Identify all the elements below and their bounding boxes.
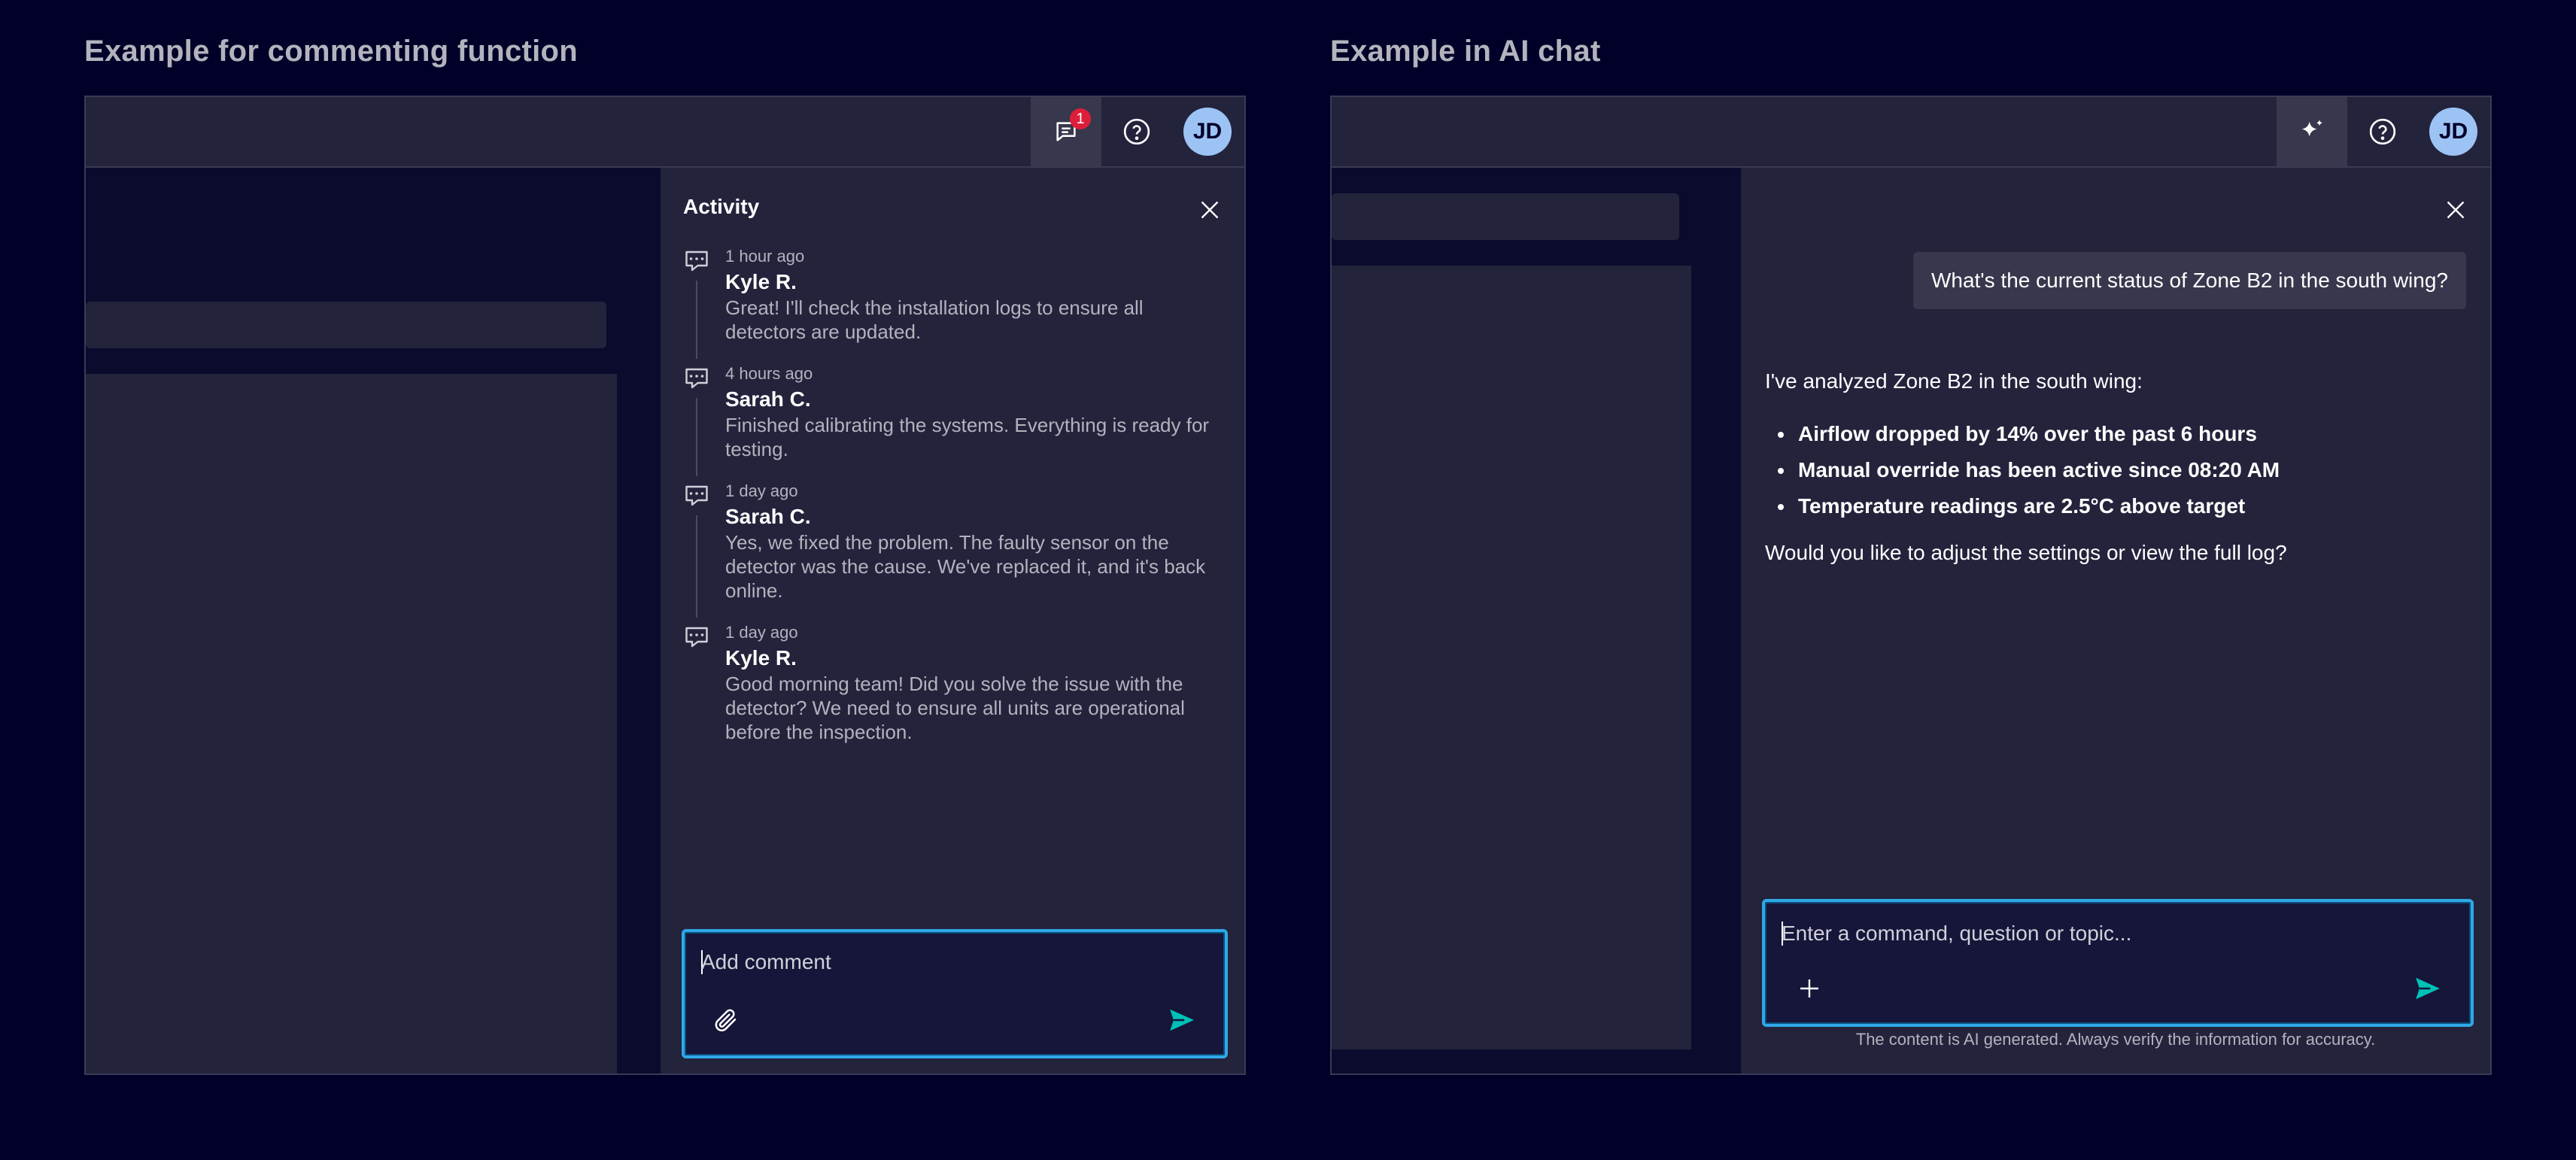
section-title-commenting: Example for commenting function: [84, 35, 579, 68]
send-button[interactable]: [2409, 970, 2447, 1007]
commenting-app-frame: 1 JD Activity 1 hour ago Kyle R. Great! …: [84, 96, 1246, 1075]
close-icon: [1201, 201, 1219, 219]
activity-item: 1 day ago Kyle R. Good morning team! Did…: [683, 622, 1225, 744]
ai-question: Would you like to adjust the settings or…: [1765, 541, 2287, 564]
plus-icon: [1800, 979, 1818, 998]
chat-bubble-icon: [685, 368, 708, 389]
ai-intro: I've analyzed Zone B2 in the south wing:: [1765, 369, 2143, 393]
chat-input-placeholder: Enter a command, question or topic...: [1782, 922, 2132, 945]
help-icon: [1123, 118, 1150, 145]
comments-button[interactable]: 1: [1031, 97, 1101, 166]
comment-placeholder: Add comment: [701, 950, 831, 973]
help-button[interactable]: [1101, 97, 1172, 166]
ai-point: Airflow dropped by 14% over the past 6 h…: [1795, 416, 2280, 452]
send-icon: [2416, 977, 2440, 1000]
activity-author: Kyle R.: [725, 270, 797, 293]
ai-disclaimer: The content is AI generated. Always veri…: [1855, 1030, 2376, 1049]
help-button[interactable]: [2347, 97, 2418, 166]
ai-chat-app-frame: JD What's the current status of Zone B2 …: [1330, 96, 2492, 1075]
activity-author: Kyle R.: [725, 646, 797, 670]
paperclip-icon: [715, 1009, 737, 1032]
timeline-connector: [696, 515, 697, 618]
ai-assistant-button[interactable]: [2277, 97, 2347, 166]
activity-text: Finished calibrating the systems. Everyt…: [725, 414, 1210, 460]
activity-item: 1 day ago Sarah C. Yes, we fixed the pro…: [683, 481, 1225, 618]
activity-time: 1 day ago: [725, 623, 798, 642]
activity-time: 4 hours ago: [725, 364, 813, 383]
user-menu-button[interactable]: JD: [1172, 97, 1243, 166]
background-content-area: [1332, 266, 1691, 1049]
avatar: JD: [1183, 108, 1232, 156]
close-icon: [2447, 201, 2465, 219]
activity-panel-title: Activity: [683, 195, 760, 218]
background-field: [1332, 193, 1679, 240]
chat-bubble-icon: [685, 627, 708, 648]
attach-button[interactable]: [707, 1001, 745, 1039]
section-title-ai-chat: Example in AI chat: [1330, 35, 1601, 68]
comment-input[interactable]: Add comment: [682, 929, 1228, 1058]
background-content-area: [86, 374, 617, 1073]
background-field: [86, 302, 606, 348]
chat-bubble-icon: [685, 251, 708, 272]
ai-points-list: Airflow dropped by 14% over the past 6 h…: [1765, 416, 2280, 524]
activity-author: Sarah C.: [725, 505, 811, 528]
notification-badge: 1: [1070, 108, 1091, 129]
chat-input[interactable]: Enter a command, question or topic...: [1762, 899, 2474, 1027]
ai-chat-panel: What's the current status of Zone B2 in …: [1741, 168, 2490, 1073]
activity-text: Yes, we fixed the problem. The faulty se…: [725, 531, 1206, 602]
activity-item: 4 hours ago Sarah C. Finished calibratin…: [683, 363, 1225, 476]
activity-item: 1 hour ago Kyle R. Great! I'll check the…: [683, 246, 1225, 359]
user-menu-button[interactable]: JD: [2418, 97, 2489, 166]
activity-text: Good morning team! Did you solve the iss…: [725, 673, 1185, 743]
activity-text: Great! I'll check the installation logs …: [725, 296, 1144, 343]
timeline-connector: [696, 281, 697, 359]
add-attachment-button[interactable]: [1791, 970, 1828, 1007]
ai-point: Temperature readings are 2.5°C above tar…: [1795, 488, 2280, 524]
activity-panel: Activity 1 hour ago Kyle R. Great! I'll …: [661, 168, 1244, 1073]
chat-bubble-icon: [685, 485, 708, 506]
avatar: JD: [2429, 108, 2477, 156]
close-button[interactable]: [1195, 195, 1225, 225]
help-icon: [2369, 118, 2396, 145]
activity-time: 1 hour ago: [725, 247, 805, 266]
timeline-connector: [696, 398, 697, 476]
activity-time: 1 day ago: [725, 481, 798, 500]
send-button[interactable]: [1163, 1001, 1201, 1039]
ai-point: Manual override has been active since 08…: [1795, 452, 2280, 488]
sparkle-icon: [2301, 120, 2323, 137]
user-message: What's the current status of Zone B2 in …: [1912, 252, 2466, 309]
app-header: JD: [1332, 97, 2490, 168]
activity-list: 1 hour ago Kyle R. Great! I'll check the…: [683, 246, 1225, 764]
activity-author: Sarah C.: [725, 387, 811, 411]
close-button[interactable]: [2441, 195, 2471, 225]
send-icon: [1170, 1009, 1194, 1031]
app-header: 1 JD: [86, 97, 1244, 168]
